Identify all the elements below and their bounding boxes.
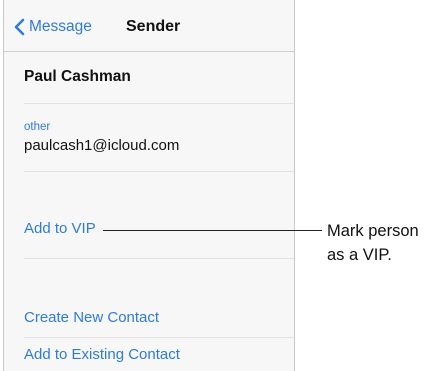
email-type-label: other [24,121,51,133]
chevron-left-icon [14,18,29,36]
callout-line [103,230,322,231]
separator [24,171,294,172]
navigation-bar: Message Sender [4,0,294,52]
sender-name: Paul Cashman [24,68,131,85]
separator [24,337,294,338]
callout-annotation: Mark person as a VIP. [327,219,437,267]
email-address[interactable]: paulcash1@icloud.com [24,137,179,154]
back-button-label: Message [29,18,92,35]
phone-screen: Message Sender Paul Cashman other paulca… [3,0,295,371]
page-title: Sender [126,18,181,35]
back-button[interactable]: Message [14,17,92,37]
separator [24,258,294,259]
callout-line-1: Mark person [327,222,419,240]
add-to-existing-contact-button[interactable]: Add to Existing Contact [24,346,180,363]
create-new-contact-button[interactable]: Create New Contact [24,309,159,326]
callout-line-2: as a VIP. [327,246,392,264]
add-to-vip-button[interactable]: Add to VIP [24,220,96,237]
separator [24,103,294,104]
